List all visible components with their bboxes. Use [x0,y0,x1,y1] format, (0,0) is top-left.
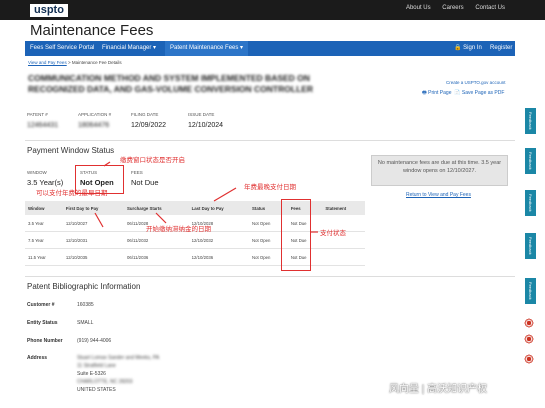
phone-value: (919) 944-4006 [77,338,112,344]
arrow-first-day [94,212,104,228]
arrow-last-day [213,187,237,202]
feedback-tab[interactable]: Feedback [525,190,536,216]
feedback-tab[interactable]: Feedback [525,233,536,259]
arrow-status [103,161,111,167]
entity-label: Entity Status [27,320,58,326]
feedback-tab[interactable]: Feedback [525,278,536,304]
feedback-tab[interactable]: Feedback [525,148,536,174]
address-line: UNITED STATES [77,387,116,393]
entity-value: SMALL [77,320,94,326]
widget-icon[interactable] [524,318,534,328]
address-line: Suite E-5326 [77,371,106,377]
address-line: 11 Stratfield Lane [77,363,116,369]
watermark: 风向量 | 高沃知识产权 [389,384,488,395]
customer-label: Customer # [27,302,55,308]
phone-label: Phone Number [27,338,63,344]
divider [25,276,515,277]
address-line: CHARLOTTE, NC 28203 [77,379,133,385]
widget-icon[interactable] [524,354,534,364]
customer-value: 160385 [77,302,94,308]
arrow-surcharge [155,212,167,224]
bib-heading: Patent Bibliographic Information [27,282,141,291]
address-line: Stuart Lomax Sander and Meeks, PA [77,355,160,361]
widget-icon[interactable] [524,334,534,344]
address-label: Address [27,355,48,361]
feedback-tab[interactable]: Feedback [525,108,536,134]
annotation-arrows [94,161,318,233]
